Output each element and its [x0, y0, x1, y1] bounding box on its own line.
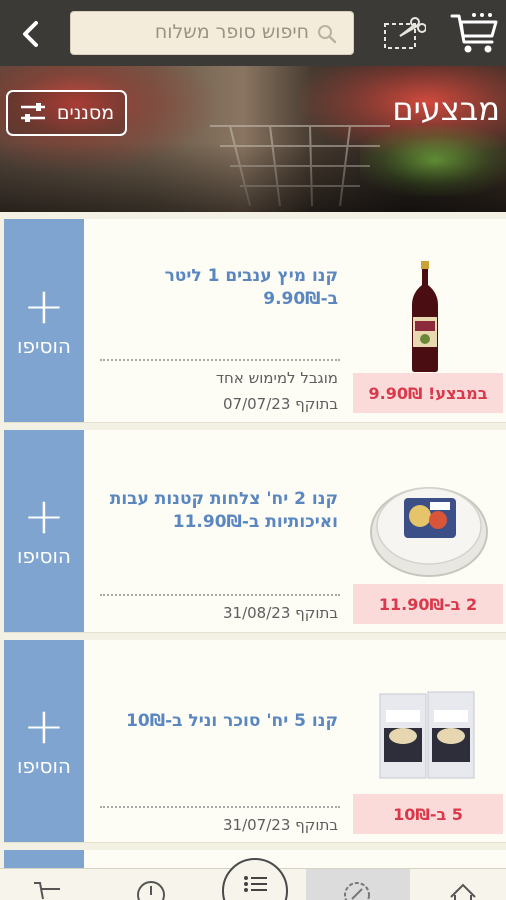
top-bar: חיפוש סופר משלוח	[0, 0, 506, 66]
hero-banner	[0, 66, 506, 212]
chevron-left-icon	[23, 21, 38, 47]
add-label: הוסיפו	[17, 754, 71, 778]
home-icon[interactable]	[448, 877, 478, 900]
sliders-icon	[20, 103, 45, 122]
offer-card: + הוסיפו קנו מיץ ענבים 1 ליטר ב-9.90₪ מו…	[4, 219, 506, 423]
price-tag: במבצע! 9.90₪	[353, 373, 503, 413]
vanilla-sugar-packs-image	[379, 691, 475, 779]
coupon-scissors-icon[interactable]	[382, 14, 426, 54]
paper-plates-image	[370, 487, 488, 577]
search-placeholder: חיפוש סופר משלוח	[154, 21, 309, 43]
grape-juice-bottle-image	[412, 261, 438, 372]
offer-title: קנו 5 יח' סוכר וניל ב-10₪	[126, 711, 338, 731]
add-label: הוסיפו	[17, 333, 71, 358]
validity-date: בתוקף 31/08/23	[223, 604, 338, 622]
validity-date: בתוקף 07/07/23	[223, 395, 338, 413]
offer-title: קנו מיץ ענבים 1 ליטר ב-9.90₪	[164, 266, 338, 309]
offer-card: + הוסיפו קנו 2 יח' צלחות קטנות עבות ואיכ…	[4, 430, 506, 633]
list-icon	[244, 876, 267, 892]
add-offer-button[interactable]: + הוסיפו	[4, 640, 84, 842]
price-tag: 5 ב-10₪	[353, 794, 503, 834]
history-clock-icon[interactable]	[136, 877, 166, 900]
page-title: מבצעים	[392, 90, 500, 128]
offer-card: + הוסיפו קנו 5 יח' סוכר וניל ב-10₪ בתוקף…	[4, 640, 506, 843]
plus-icon: +	[23, 487, 65, 545]
add-label: הוסיפו	[17, 544, 71, 568]
add-offer-button[interactable]: + הוסיפו	[4, 430, 84, 632]
filter-label: מסננים	[56, 102, 115, 124]
limit-note: מוגבל למימוש אחד	[215, 369, 338, 387]
validity-date: בתוקף 31/07/23	[223, 816, 338, 834]
plus-icon: +	[23, 276, 65, 335]
back-button[interactable]	[10, 14, 50, 54]
plus-icon: +	[23, 697, 65, 755]
search-input[interactable]: חיפוש סופר משלוח	[70, 11, 354, 55]
price-tag: 2 ב-11.90₪	[353, 584, 503, 624]
shopping-cart-icon[interactable]	[450, 10, 500, 56]
cart-nav-icon[interactable]	[32, 877, 62, 900]
percent-deals-icon[interactable]	[342, 877, 372, 900]
offer-title: קנו 2 יח' צלחות קטנות עבות ואיכותיות ב-1…	[109, 489, 338, 532]
add-offer-button[interactable]: + הוסיפו	[4, 219, 84, 422]
search-icon	[318, 25, 337, 44]
filter-button[interactable]: מסננים	[6, 90, 127, 136]
